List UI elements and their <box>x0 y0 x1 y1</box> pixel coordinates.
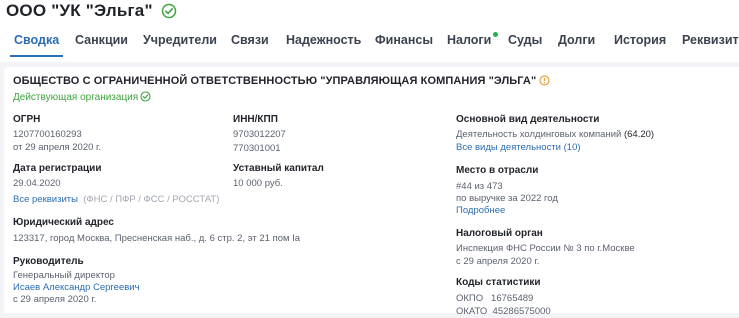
check-circle-icon <box>140 91 151 102</box>
status-badge: Действующая организация <box>13 91 151 103</box>
org-full-name: ОБЩЕСТВО С ОГРАНИЧЕННОЙ ОТВЕТСТВЕННОСТЬЮ… <box>13 75 550 89</box>
tax-authority-label: Налоговый орган <box>456 228 543 239</box>
tab-summary[interactable]: Сводка <box>9 30 64 60</box>
industry-rank-label: Место в отрасли <box>456 165 539 176</box>
all-requisites-link[interactable]: Все реквизиты <box>13 194 78 205</box>
ogrn-label: ОГРН <box>13 114 41 125</box>
ogrn-value: 1207700160293 <box>13 129 82 140</box>
org-name-text: ОБЩЕСТВО С ОГРАНИЧЕННОЙ ОТВЕТСТВЕННОСТЬЮ… <box>13 75 537 87</box>
manager-since: с 29 апреля 2020 г. <box>13 294 97 305</box>
ogrn-date: от 29 апреля 2020 г. <box>13 142 101 153</box>
company-header: ООО "УК "Эльга" Сводка Санкции Учредител… <box>0 0 739 62</box>
tab-label: Долги <box>558 33 596 47</box>
tab-label: Учредители <box>143 33 217 47</box>
summary-card: ОБЩЕСТВО С ОГРАНИЧЕННОЙ ОТВЕТСТВЕННОСТЬЮ… <box>4 67 739 317</box>
kpp-value: 770301001 <box>233 143 281 154</box>
tab-label: Связи <box>231 33 269 47</box>
tab-requisites[interactable]: Реквизиты <box>682 30 739 60</box>
tab-connections[interactable]: Связи <box>231 30 269 60</box>
tab-finance[interactable]: Финансы <box>375 30 433 60</box>
requisites-row: Все реквизиты (ФНС / ПФР / ФСС / РОССТАТ… <box>13 194 219 206</box>
activity-label: Основной вид деятельности <box>456 114 600 125</box>
capital-value: 10 000 руб. <box>233 178 283 189</box>
tab-label: История <box>614 33 667 47</box>
page-title: ООО "УК "Эльга" <box>6 1 153 20</box>
tab-label: Надежность <box>286 33 362 47</box>
inn-kpp-label: ИНН/КПП <box>233 114 278 125</box>
check-circle-icon <box>161 3 177 19</box>
address-value: 123317, город Москва, Пресненская наб., … <box>13 233 301 244</box>
activity-value: Деятельность холдинговых компаний <box>456 129 622 140</box>
capital-label: Уставный капитал <box>233 163 324 174</box>
tab-label: Реквизиты <box>682 33 739 47</box>
inn-value: 9703012207 <box>233 129 286 140</box>
tab-reliability[interactable]: Надежность <box>286 30 361 60</box>
activity-code: (64.20) <box>623 129 655 140</box>
status-text: Действующая организация <box>13 92 139 103</box>
industry-rank-value: #44 из 473 <box>456 181 503 192</box>
notification-dot <box>493 32 499 37</box>
tab-founders[interactable]: Учредители <box>143 30 217 60</box>
title-row: ООО "УК "Эльга" <box>6 1 177 21</box>
tax-authority-value: Инспекция ФНС России № 3 по г.Москве <box>456 243 635 254</box>
details-link[interactable]: Подробнее <box>456 205 505 217</box>
tab-taxes[interactable]: Налоги <box>447 30 499 60</box>
address-label: Юридический адрес <box>13 217 114 228</box>
tab-label: Сводка <box>14 33 60 47</box>
requisites-note: (ФНС / ПФР / ФСС / РОССТАТ) <box>83 194 220 205</box>
tab-debts[interactable]: Долги <box>558 30 595 60</box>
all-activities-link[interactable]: Все виды деятельности (10) <box>456 142 581 154</box>
tab-label: Суды <box>508 33 543 47</box>
industry-rank-basis: по выручке за 2022 год <box>456 193 558 204</box>
okpo-value: ОКПО 16765489 <box>456 293 534 304</box>
tab-label: Налоги <box>447 33 492 47</box>
tax-authority-since: с 29 апреля 2020 г. <box>456 256 540 267</box>
tab-label: Санкции <box>75 33 128 47</box>
tab-sanctions[interactable]: Санкции <box>75 30 128 60</box>
okato-value: ОКАТО 45286575000 <box>456 306 551 317</box>
stat-codes-label: Коды статистики <box>456 277 541 288</box>
tab-courts[interactable]: Суды <box>508 30 542 60</box>
activity-row: Деятельность холдинговых компаний (64.20… <box>456 129 654 141</box>
reg-date-value: 29.04.2020 <box>13 178 61 189</box>
reg-date-label: Дата регистрации <box>13 163 102 174</box>
warning-icon[interactable] <box>539 75 550 89</box>
manager-position: Генеральный директор <box>13 270 115 281</box>
tab-bar: Сводка Санкции Учредители Связи Надежнос… <box>0 30 739 62</box>
tab-history[interactable]: История <box>614 30 666 60</box>
manager-name-link[interactable]: Исаев Александр Сергеевич <box>13 282 140 294</box>
tab-label: Финансы <box>375 33 434 47</box>
manager-label: Руководитель <box>13 256 84 267</box>
